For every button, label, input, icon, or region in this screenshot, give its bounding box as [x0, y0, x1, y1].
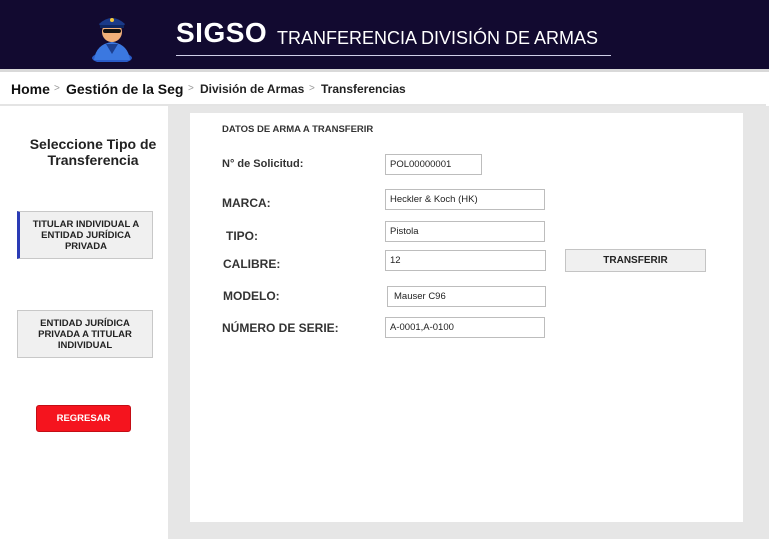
solicitud-field[interactable]: POL00000001	[385, 154, 482, 175]
solicitud-label: N° de Solicitud:	[222, 158, 304, 170]
breadcrumb-division[interactable]: División de Armas	[200, 82, 304, 96]
tipo-label: TIPO:	[226, 229, 258, 243]
calibre-field[interactable]: 12	[385, 250, 546, 271]
serie-field[interactable]: A-0001,A-0100	[385, 317, 545, 338]
breadcrumb: Home > Gestión de la Seg > División de A…	[0, 72, 766, 106]
option-individual-to-juridica-button[interactable]: TITULAR INDIVIDUAL A ENTIDAD JURÍDICA PR…	[17, 211, 153, 259]
header-divider	[176, 55, 611, 56]
breadcrumb-separator: >	[54, 83, 60, 94]
transfer-button[interactable]: TRANSFERIR	[565, 249, 706, 272]
marca-label: MARCA:	[222, 196, 271, 210]
page-subtitle: TRANFERENCIA DIVISIÓN DE ARMAS	[277, 28, 599, 48]
back-button[interactable]: REGRESAR	[36, 405, 131, 432]
breadcrumb-transferencias[interactable]: Transferencias	[321, 82, 406, 96]
marca-field[interactable]: Heckler & Koch (HK)	[385, 189, 545, 210]
breadcrumb-home[interactable]: Home	[11, 81, 50, 97]
police-officer-icon	[92, 18, 132, 62]
calibre-label: CALIBRE:	[223, 257, 281, 271]
app-header: SIGSO TRANFERENCIA DIVISIÓN DE ARMAS	[0, 0, 769, 72]
breadcrumb-separator: >	[309, 83, 315, 94]
form-title: DATOS DE ARMA A TRANSFERIR	[222, 124, 374, 135]
option-juridica-to-individual-button[interactable]: ENTIDAD JURÍDICA PRIVADA A TITULAR INDIV…	[17, 310, 153, 358]
app-name: SIGSO	[176, 17, 268, 48]
serie-label: NÚMERO DE SERIE:	[222, 321, 339, 335]
sidebar-title: Seleccione Tipo de Transferencia	[29, 136, 157, 168]
breadcrumb-gestion[interactable]: Gestión de la Seg	[66, 81, 183, 97]
modelo-label: MODELO:	[223, 289, 280, 303]
breadcrumb-separator: >	[188, 83, 194, 94]
modelo-field[interactable]: Mauser C96	[387, 286, 546, 307]
tipo-field[interactable]: Pistola	[385, 221, 545, 242]
